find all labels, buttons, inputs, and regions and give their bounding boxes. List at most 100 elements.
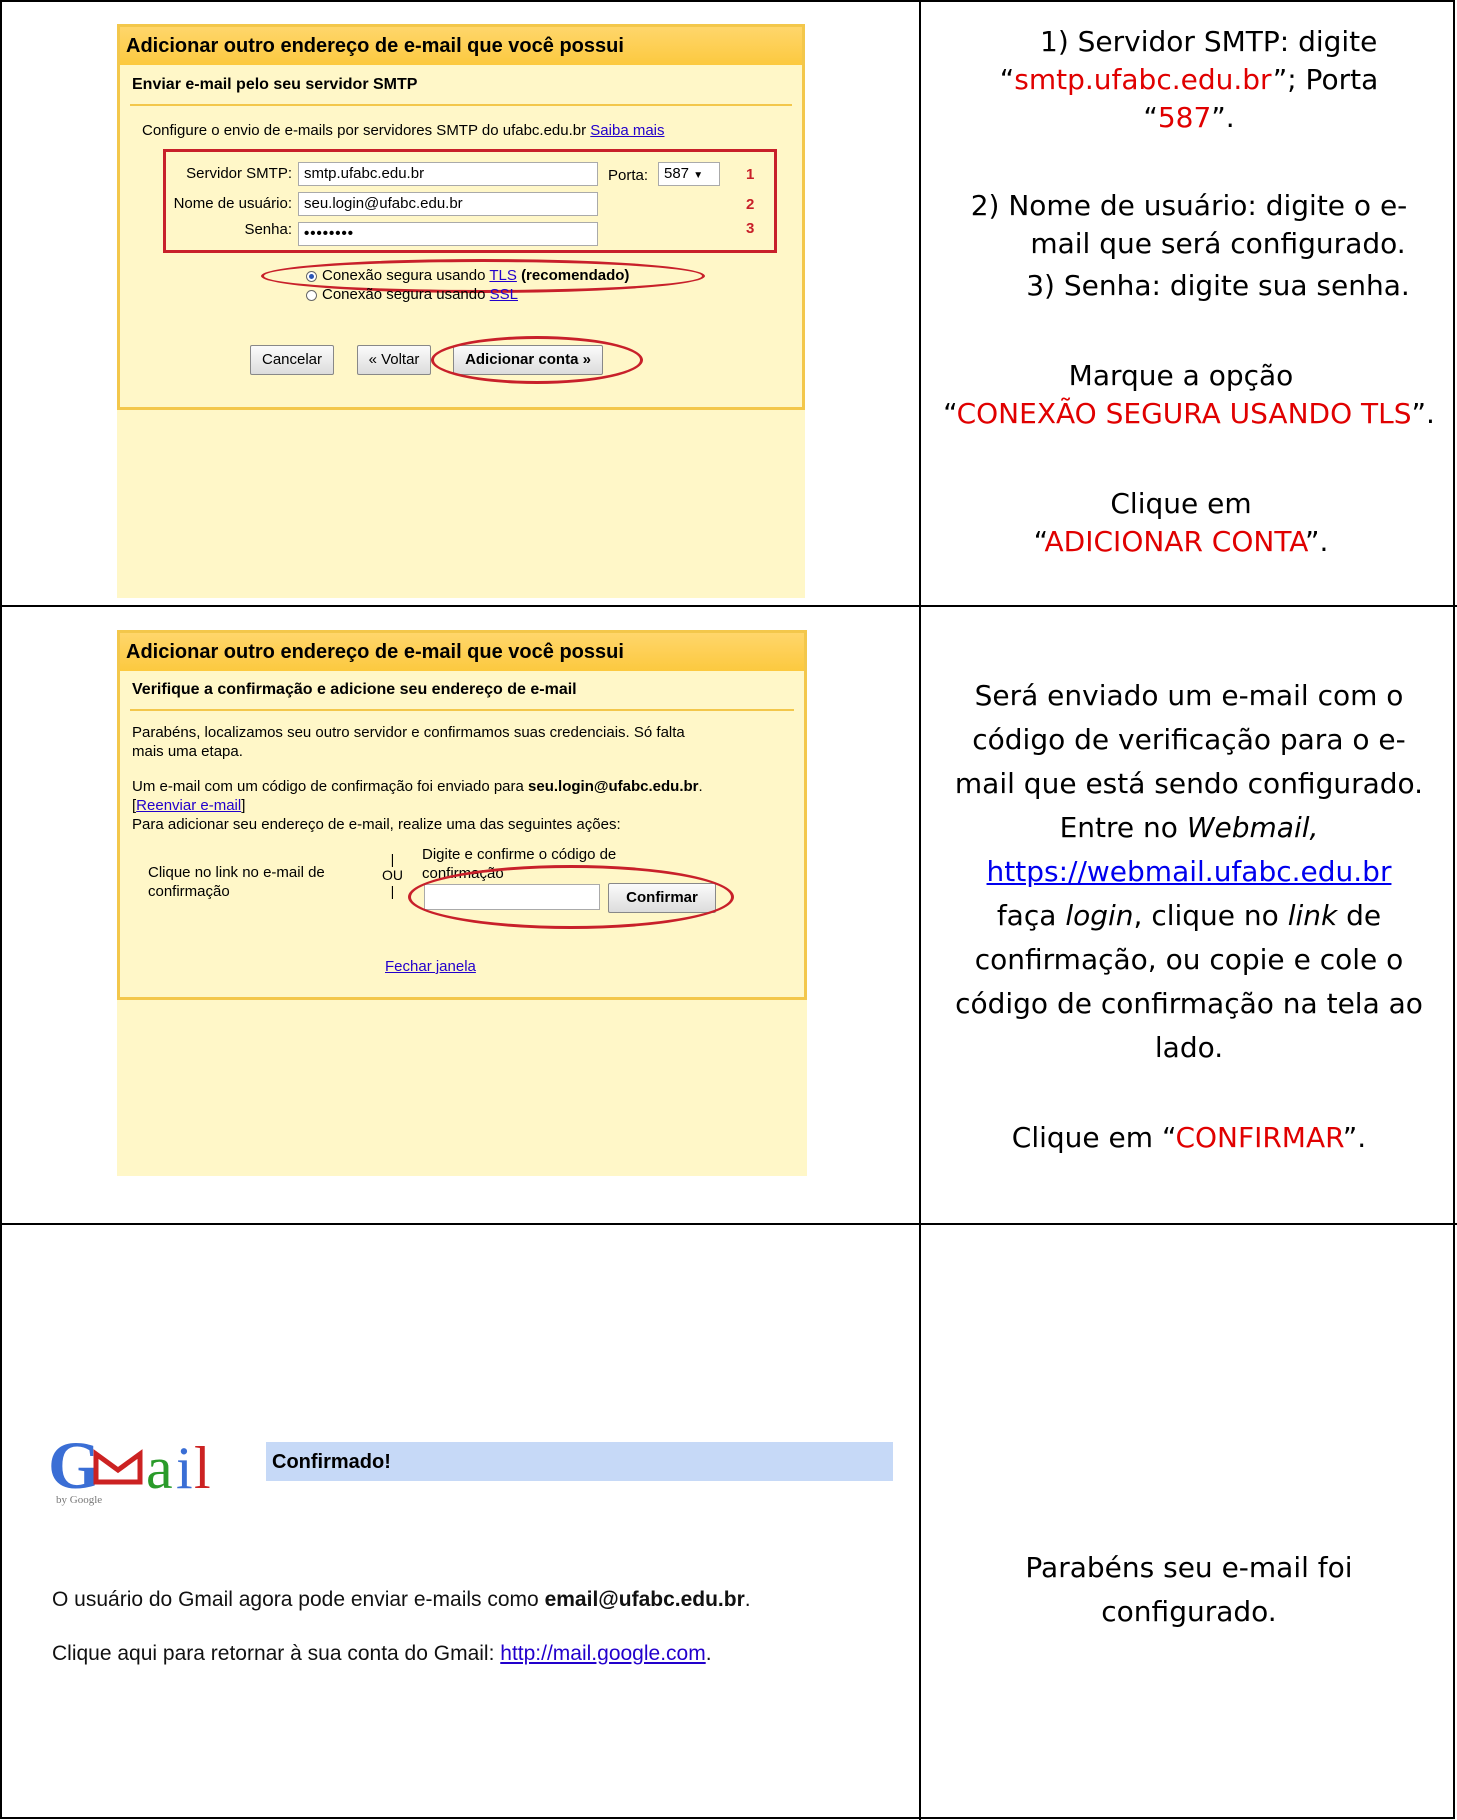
actions-line: Para adicionar seu endereço de e-mail, r…: [132, 816, 621, 833]
confirm-highlight-oval: [408, 865, 734, 929]
step1-text: 1) Servidor SMTP: digite: [1040, 24, 1440, 60]
confirmed-label: Confirmado!: [272, 1451, 391, 1473]
ssl-option[interactable]: Conexão segura usando SSL: [306, 285, 518, 304]
port-value: 587: [664, 165, 690, 182]
add-account-highlight-oval: [431, 336, 643, 384]
smtp-label: Servidor SMTP:: [186, 165, 292, 182]
type-code-line-1: Digite e confirme o código de: [422, 846, 617, 863]
row-divider-2: [0, 1223, 1457, 1225]
verify-line-2: código de verificação para o e-: [972, 723, 1406, 756]
close-window-link[interactable]: Fechar janela: [385, 958, 476, 975]
verify-faca: faça: [996, 899, 1057, 932]
verify-link-word: link: [1287, 899, 1338, 932]
intro-label: Configure o envio de e-mails por servido…: [142, 122, 587, 139]
password-label: Senha:: [244, 221, 292, 238]
port-select[interactable]: 587 ▼: [658, 162, 720, 186]
gmail-message-2-end: .: [705, 1642, 712, 1665]
gmail-a: a: [146, 1435, 173, 1501]
back-button[interactable]: « Voltar: [357, 345, 431, 375]
row1-dialog-backdrop: [117, 410, 805, 598]
dialog-subtitle: Verifique a confirmação e adicione seu e…: [132, 681, 577, 698]
saiba-mais-link[interactable]: Saiba mais: [590, 122, 664, 139]
verify-webmail: Webmail,: [1186, 811, 1319, 844]
or-label: OU: [382, 867, 403, 883]
gmail-home-link[interactable]: http://mail.google.com: [500, 1642, 705, 1665]
close-window-wrapper: Fechar janela: [385, 957, 476, 976]
step1-quote-open: “: [999, 63, 1015, 96]
verify-line-6: faça login, clique no link de: [921, 898, 1457, 934]
dialog-title: Adicionar outro endereço de e-mail que v…: [120, 633, 804, 671]
verify-clique: , clique no: [1133, 899, 1279, 932]
step1-line-3: “587”.: [921, 100, 1457, 136]
step1-porta: ”; Porta: [1272, 63, 1379, 96]
gmail-envelope: [93, 1449, 143, 1485]
mark-quote-open: “: [943, 397, 957, 430]
gmail-message-1: O usuário do Gmail agora pode enviar e-m…: [52, 1588, 751, 1612]
mark-option: CONEXÃO SEGURA USANDO TLS: [956, 397, 1412, 430]
by-google: by Google: [56, 1494, 103, 1506]
click-quote-close: ”.: [1304, 525, 1329, 558]
click-link-line-2: confirmação: [148, 883, 230, 900]
intro-text: Configure o envio de e-mails por servido…: [142, 121, 665, 140]
verify-line-8: código de confirmação na tela ao: [955, 987, 1423, 1020]
tls-label: Conexão segura usando: [322, 267, 486, 284]
tls-link[interactable]: TLS: [489, 267, 517, 284]
verify-click-line: Clique em “CONFIRMAR”.: [921, 1120, 1457, 1156]
port-label: Porta:: [608, 167, 649, 184]
congrats-line-1: Parabéns, localizamos seu outro servidor…: [132, 724, 685, 741]
ssl-radio[interactable]: [306, 289, 317, 301]
gmail-message-2: Clique aqui para retornar à sua conta do…: [52, 1642, 712, 1666]
verify-line-4: Entre no Webmail,: [921, 810, 1457, 846]
click-option: ADICIONAR CONTA: [1044, 525, 1305, 558]
verify-line-7: confirmação, ou copie e cole o: [974, 943, 1404, 976]
congrats-line-2: mais uma etapa.: [132, 743, 243, 760]
password-input[interactable]: ••••••••: [298, 222, 598, 246]
verify-click-suffix: ”.: [1342, 1121, 1367, 1154]
step1-port-quote-open: “: [1143, 101, 1158, 134]
cancel-button[interactable]: Cancelar: [250, 345, 334, 375]
gmail-g: G: [48, 1432, 101, 1503]
step1-port: 587: [1157, 101, 1212, 134]
final-line-1: Parabéns seu e-mail foi: [1025, 1551, 1353, 1584]
click-link-line-1: Clique no link no e-mail de: [148, 864, 325, 881]
step2-line-1: 2) Nome de usuário: digite o e-: [970, 189, 1408, 222]
smtp-dialog: Adicionar outro endereço de e-mail que v…: [117, 24, 805, 410]
sent-end: .: [698, 778, 703, 795]
verify-line-3: mail que está sendo configurado.: [954, 767, 1424, 800]
step1-line-2: “smtp.ufabc.edu.br”; Porta: [921, 62, 1457, 98]
gmail-message-email: email@ufabc.edu.br: [544, 1588, 745, 1611]
resend-link[interactable]: Reenviar e-mail: [136, 797, 241, 814]
step1-port-quote-close: ”.: [1211, 101, 1235, 134]
confirmed-banner: Confirmado!: [266, 1442, 893, 1481]
tls-option[interactable]: Conexão segura usando TLS (recomendado): [306, 266, 629, 285]
dialog-subtitle: Enviar e-mail pelo seu servidor SMTP: [132, 76, 418, 93]
final-line-2: configurado.: [1101, 1595, 1277, 1628]
verify-click-prefix: Clique em “: [1011, 1121, 1176, 1154]
mark-quote-close: ”.: [1411, 397, 1435, 430]
congrats-text: Parabéns, localizamos seu outro servidor…: [132, 723, 685, 761]
dialog-rule: [130, 709, 794, 711]
mark-line-2: “CONEXÃO SEGURA USANDO TLS”.: [921, 396, 1457, 432]
ssl-link[interactable]: SSL: [490, 286, 518, 303]
ssl-label: Conexão segura usando: [322, 286, 486, 303]
verify-de: de: [1346, 899, 1382, 932]
smtp-server-input[interactable]: smtp.ufabc.edu.br: [298, 162, 598, 186]
gmail-i: i: [176, 1435, 193, 1501]
step2-line-2: mail que será configurado.: [1030, 227, 1406, 260]
username-input[interactable]: seu.login@ufabc.edu.br: [298, 192, 598, 216]
marker-2: 2: [746, 196, 755, 213]
webmail-link[interactable]: https://webmail.ufabc.edu.br: [987, 855, 1392, 888]
step1-line: 1) Servidor SMTP: digite: [1040, 25, 1378, 58]
sent-line: Um e-mail com um código de confirmação f…: [132, 778, 524, 795]
sent-email: seu.login@ufabc.edu.br: [528, 778, 699, 795]
verify-entre: Entre no: [1059, 811, 1178, 844]
verify-dialog: Adicionar outro endereço de e-mail que v…: [117, 630, 807, 1000]
gmail-message-1-text: O usuário do Gmail agora pode enviar e-m…: [52, 1588, 539, 1611]
dialog-rule: [130, 104, 792, 106]
gmail-logo: G a i l by Google: [48, 1427, 248, 1512]
click-quote-open: “: [1033, 525, 1045, 558]
verify-login: login: [1065, 899, 1134, 932]
dialog-title: Adicionar outro endereço de e-mail que v…: [120, 27, 802, 65]
mark-line-1: Marque a opção: [1068, 359, 1294, 392]
tls-radio[interactable]: [306, 270, 317, 282]
